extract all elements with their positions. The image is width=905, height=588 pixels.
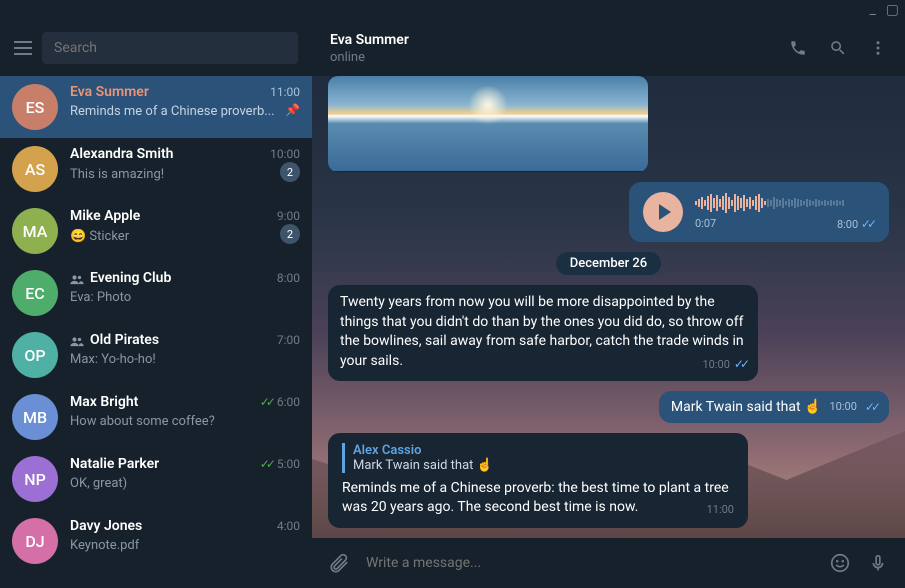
- more-icon[interactable]: [869, 39, 887, 57]
- chat-item[interactable]: MB Max Bright ✓✓ 6:00 How about some coffee…: [0, 386, 312, 448]
- chat-item[interactable]: AS Alexandra Smith 10:00 This is amazing! 2: [0, 138, 312, 200]
- message-list: Nearly missed this sunrise 7:00 0:07 8:0…: [312, 76, 905, 538]
- play-button[interactable]: [643, 192, 683, 232]
- avatar: NP: [12, 456, 58, 502]
- sidebar: ES Eva Summer 11:00 Reminds me of a Chinese…: [0, 20, 312, 588]
- quote-sender: Alex Cassio: [353, 443, 734, 458]
- menu-icon[interactable]: [14, 41, 32, 55]
- voice-message[interactable]: 0:07 8:00 ✓✓: [629, 182, 889, 242]
- chat-name: Old Pirates: [70, 332, 159, 348]
- emoji-icon[interactable]: [829, 552, 851, 574]
- chat-time: 11:00: [270, 85, 300, 99]
- avatar: MB: [12, 394, 58, 440]
- date-separator: December 26: [556, 252, 661, 275]
- message-time: 11:00: [707, 502, 734, 517]
- message-text: Twenty years from now you will be more d…: [340, 294, 744, 369]
- search-input[interactable]: [54, 40, 286, 56]
- chat-name: Natalie Parker: [70, 456, 159, 472]
- chat-preview: Max: Yo-ho-ho!: [70, 352, 156, 367]
- message-text: Mark Twain said that ☝️: [671, 399, 822, 415]
- chat-time: 9:00: [277, 209, 300, 223]
- chat-preview: This is amazing!: [70, 167, 164, 182]
- read-checks-icon: ✓✓: [260, 457, 272, 471]
- chat-name: Davy Jones: [70, 518, 142, 534]
- chat-time: 7:00: [277, 333, 300, 347]
- outgoing-message[interactable]: Mark Twain said that ☝️ 10:00 ✓✓: [659, 391, 889, 423]
- message-input[interactable]: [366, 555, 813, 571]
- voice-duration: 8:00: [837, 218, 858, 231]
- read-checks-icon: ✓✓: [865, 400, 877, 414]
- message-time: 10:00: [702, 358, 729, 371]
- avatar: ES: [12, 84, 58, 130]
- avatar: MA: [12, 208, 58, 254]
- avatar: OP: [12, 332, 58, 378]
- chat-time: ✓✓ 5:00: [260, 457, 300, 471]
- chat-time: ✓✓ 6:00: [260, 395, 300, 409]
- chat-name: Evening Club: [70, 270, 171, 286]
- maximize-button[interactable]: ▢: [886, 2, 899, 18]
- reply-message[interactable]: Alex Cassio Mark Twain said that ☝️ Remi…: [328, 433, 748, 528]
- chat-time: 10:00: [270, 147, 300, 161]
- chat-preview: 😄 Sticker: [70, 229, 129, 244]
- chat-preview: Reminds me of a Chinese proverb...: [70, 104, 275, 119]
- chat-header: Eva Summer online: [312, 20, 905, 76]
- chat-item[interactable]: EC Evening Club 8:00 Eva: Photo: [0, 262, 312, 324]
- chat-item[interactable]: ES Eva Summer 11:00 Reminds me of a Chinese…: [0, 76, 312, 138]
- message-text: Reminds me of a Chinese proverb: the bes…: [342, 480, 729, 516]
- group-icon: [70, 335, 84, 345]
- window-titlebar: _ ▢: [0, 0, 905, 20]
- voice-record-icon[interactable]: [867, 552, 889, 574]
- avatar: AS: [12, 146, 58, 192]
- main-pane: Eva Summer online Nearly missed this sun…: [312, 20, 905, 588]
- chat-item[interactable]: OP Old Pirates 7:00 Max: Yo-ho-ho!: [0, 324, 312, 386]
- chat-preview: Eva: Photo: [70, 290, 131, 305]
- search-icon[interactable]: [829, 39, 847, 57]
- avatar: DJ: [12, 518, 58, 564]
- chat-title: Eva Summer: [330, 32, 409, 48]
- search-box[interactable]: [42, 32, 298, 64]
- chat-name: Mike Apple: [70, 208, 140, 224]
- chat-item[interactable]: NP Natalie Parker ✓✓ 5:00 OK, great): [0, 448, 312, 510]
- chat-list: ES Eva Summer 11:00 Reminds me of a Chinese…: [0, 76, 312, 588]
- quote-text: Mark Twain said that ☝️: [353, 458, 734, 473]
- voice-elapsed: 0:07: [695, 217, 716, 231]
- photo-message[interactable]: Nearly missed this sunrise 7:00: [328, 76, 648, 172]
- chat-preview: How about some coffee?: [70, 414, 215, 429]
- chat-preview: OK, great): [70, 476, 127, 491]
- read-checks-icon: ✓✓: [260, 395, 272, 409]
- unread-badge: 2: [280, 224, 300, 244]
- chat-status: online: [330, 50, 409, 65]
- incoming-message[interactable]: Twenty years from now you will be more d…: [328, 285, 758, 381]
- chat-time: 8:00: [277, 271, 300, 285]
- unread-badge: 2: [280, 162, 300, 182]
- chat-preview: Keynote.pdf: [70, 538, 139, 553]
- chat-name: Alexandra Smith: [70, 146, 173, 162]
- chat-item[interactable]: MA Mike Apple 9:00 😄 Sticker 2: [0, 200, 312, 262]
- attach-icon[interactable]: [328, 552, 350, 574]
- pin-icon: 📌: [285, 103, 300, 117]
- avatar: EC: [12, 270, 58, 316]
- chat-item[interactable]: DJ Davy Jones 4:00 Keynote.pdf: [0, 510, 312, 572]
- chat-name: Eva Summer: [70, 84, 149, 100]
- photo-attachment: [328, 76, 648, 171]
- waveform[interactable]: [695, 193, 875, 213]
- read-checks-icon: ✓✓: [861, 217, 873, 231]
- minimize-button[interactable]: _: [869, 2, 875, 18]
- chat-time: 4:00: [277, 519, 300, 533]
- composer: [312, 538, 905, 588]
- group-icon: [70, 273, 84, 283]
- read-checks-icon: ✓✓: [734, 357, 746, 371]
- call-icon[interactable]: [789, 39, 807, 57]
- chat-name: Max Bright: [70, 394, 138, 410]
- reply-quote: Alex Cassio Mark Twain said that ☝️: [342, 443, 734, 473]
- message-time: 10:00: [829, 400, 856, 413]
